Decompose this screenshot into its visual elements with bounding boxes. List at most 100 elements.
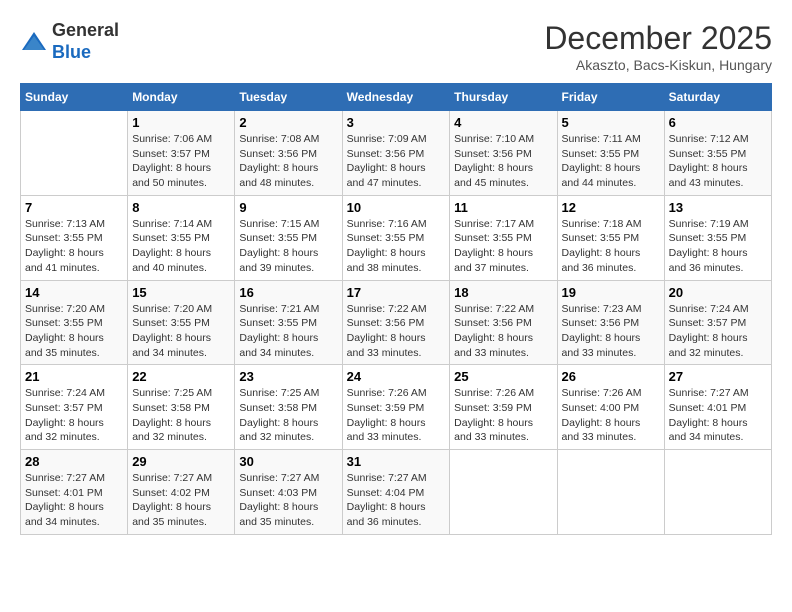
day-info: Sunrise: 7:27 AM Sunset: 4:01 PM Dayligh…	[25, 471, 123, 530]
day-info: Sunrise: 7:26 AM Sunset: 3:59 PM Dayligh…	[454, 386, 552, 445]
calendar-cell: 16 Sunrise: 7:21 AM Sunset: 3:55 PM Dayli…	[235, 280, 342, 365]
calendar-cell	[21, 111, 128, 196]
day-info: Sunrise: 7:20 AM Sunset: 3:55 PM Dayligh…	[25, 302, 123, 361]
day-number: 14	[25, 285, 123, 300]
day-info: Sunrise: 7:23 AM Sunset: 3:56 PM Dayligh…	[562, 302, 660, 361]
calendar-cell: 15 Sunrise: 7:20 AM Sunset: 3:55 PM Dayli…	[128, 280, 235, 365]
day-info: Sunrise: 7:09 AM Sunset: 3:56 PM Dayligh…	[347, 132, 446, 191]
day-info: Sunrise: 7:15 AM Sunset: 3:55 PM Dayligh…	[239, 217, 337, 276]
location-text: Akaszto, Bacs-Kiskun, Hungary	[544, 57, 772, 73]
day-number: 17	[347, 285, 446, 300]
day-number: 26	[562, 369, 660, 384]
calendar-cell: 4Sunrise: 7:10 AM Sunset: 3:56 PM Daylig…	[450, 111, 557, 196]
calendar-cell: 7 Sunrise: 7:13 AM Sunset: 3:55 PM Daylig…	[21, 195, 128, 280]
calendar-cell	[557, 450, 664, 535]
day-number: 11	[454, 200, 552, 215]
calendar-header-row: SundayMondayTuesdayWednesdayThursdayFrid…	[21, 84, 772, 111]
day-number: 28	[25, 454, 123, 469]
day-number: 10	[347, 200, 446, 215]
calendar-cell: 8 Sunrise: 7:14 AM Sunset: 3:55 PM Daylig…	[128, 195, 235, 280]
day-info: Sunrise: 7:06 AM Sunset: 3:57 PM Dayligh…	[132, 132, 230, 191]
title-section: December 2025 Akaszto, Bacs-Kiskun, Hung…	[544, 20, 772, 73]
day-number: 1	[132, 115, 230, 130]
calendar-cell: 22 Sunrise: 7:25 AM Sunset: 3:58 PM Dayli…	[128, 365, 235, 450]
calendar-cell: 31 Sunrise: 7:27 AM Sunset: 4:04 PM Dayli…	[342, 450, 450, 535]
logo-icon	[20, 28, 48, 56]
day-number: 2	[239, 115, 337, 130]
calendar-cell: 6 Sunrise: 7:12 AM Sunset: 3:55 PM Daylig…	[664, 111, 771, 196]
day-header-monday: Monday	[128, 84, 235, 111]
day-info: Sunrise: 7:20 AM Sunset: 3:55 PM Dayligh…	[132, 302, 230, 361]
calendar-cell: 21 Sunrise: 7:24 AM Sunset: 3:57 PM Dayli…	[21, 365, 128, 450]
page-header: General Blue December 2025 Akaszto, Bacs…	[20, 20, 772, 73]
day-info: Sunrise: 7:19 AM Sunset: 3:55 PM Dayligh…	[669, 217, 767, 276]
day-number: 23	[239, 369, 337, 384]
day-number: 21	[25, 369, 123, 384]
day-header-tuesday: Tuesday	[235, 84, 342, 111]
month-title: December 2025	[544, 20, 772, 57]
calendar-cell: 1 Sunrise: 7:06 AM Sunset: 3:57 PM Daylig…	[128, 111, 235, 196]
day-info: Sunrise: 7:24 AM Sunset: 3:57 PM Dayligh…	[25, 386, 123, 445]
calendar-cell: 13 Sunrise: 7:19 AM Sunset: 3:55 PM Dayli…	[664, 195, 771, 280]
logo-blue-text: Blue	[52, 42, 91, 62]
calendar-cell: 10 Sunrise: 7:16 AM Sunset: 3:55 PM Dayli…	[342, 195, 450, 280]
logo-general-text: General	[52, 20, 119, 40]
calendar-cell: 29 Sunrise: 7:27 AM Sunset: 4:02 PM Dayli…	[128, 450, 235, 535]
day-header-wednesday: Wednesday	[342, 84, 450, 111]
day-number: 5	[562, 115, 660, 130]
day-info: Sunrise: 7:22 AM Sunset: 3:56 PM Dayligh…	[347, 302, 446, 361]
day-number: 15	[132, 285, 230, 300]
calendar-cell: 30Sunrise: 7:27 AM Sunset: 4:03 PM Dayli…	[235, 450, 342, 535]
day-info: Sunrise: 7:11 AM Sunset: 3:55 PM Dayligh…	[562, 132, 660, 191]
week-row-4: 21 Sunrise: 7:24 AM Sunset: 3:57 PM Dayli…	[21, 365, 772, 450]
day-number: 7	[25, 200, 123, 215]
day-number: 9	[239, 200, 337, 215]
day-info: Sunrise: 7:12 AM Sunset: 3:55 PM Dayligh…	[669, 132, 767, 191]
day-header-sunday: Sunday	[21, 84, 128, 111]
day-header-friday: Friday	[557, 84, 664, 111]
calendar-cell: 17 Sunrise: 7:22 AM Sunset: 3:56 PM Dayli…	[342, 280, 450, 365]
day-header-thursday: Thursday	[450, 84, 557, 111]
day-number: 31	[347, 454, 446, 469]
day-number: 16	[239, 285, 337, 300]
calendar-cell: 27Sunrise: 7:27 AM Sunset: 4:01 PM Dayli…	[664, 365, 771, 450]
day-number: 29	[132, 454, 230, 469]
calendar-cell: 24Sunrise: 7:26 AM Sunset: 3:59 PM Dayli…	[342, 365, 450, 450]
day-header-saturday: Saturday	[664, 84, 771, 111]
calendar-body: 1 Sunrise: 7:06 AM Sunset: 3:57 PM Daylig…	[21, 111, 772, 535]
calendar-cell: 5 Sunrise: 7:11 AM Sunset: 3:55 PM Daylig…	[557, 111, 664, 196]
day-number: 3	[347, 115, 446, 130]
day-info: Sunrise: 7:24 AM Sunset: 3:57 PM Dayligh…	[669, 302, 767, 361]
day-number: 25	[454, 369, 552, 384]
calendar-cell: 3 Sunrise: 7:09 AM Sunset: 3:56 PM Daylig…	[342, 111, 450, 196]
day-info: Sunrise: 7:16 AM Sunset: 3:55 PM Dayligh…	[347, 217, 446, 276]
calendar-cell: 23 Sunrise: 7:25 AM Sunset: 3:58 PM Dayli…	[235, 365, 342, 450]
day-info: Sunrise: 7:08 AM Sunset: 3:56 PM Dayligh…	[239, 132, 337, 191]
calendar-cell: 12 Sunrise: 7:18 AM Sunset: 3:55 PM Dayli…	[557, 195, 664, 280]
day-info: Sunrise: 7:10 AM Sunset: 3:56 PM Dayligh…	[454, 132, 552, 191]
day-info: Sunrise: 7:27 AM Sunset: 4:02 PM Dayligh…	[132, 471, 230, 530]
day-info: Sunrise: 7:27 AM Sunset: 4:04 PM Dayligh…	[347, 471, 446, 530]
calendar-cell: 19Sunrise: 7:23 AM Sunset: 3:56 PM Dayli…	[557, 280, 664, 365]
day-number: 8	[132, 200, 230, 215]
day-info: Sunrise: 7:14 AM Sunset: 3:55 PM Dayligh…	[132, 217, 230, 276]
week-row-1: 1 Sunrise: 7:06 AM Sunset: 3:57 PM Daylig…	[21, 111, 772, 196]
day-info: Sunrise: 7:27 AM Sunset: 4:03 PM Dayligh…	[239, 471, 337, 530]
week-row-3: 14 Sunrise: 7:20 AM Sunset: 3:55 PM Dayli…	[21, 280, 772, 365]
day-info: Sunrise: 7:18 AM Sunset: 3:55 PM Dayligh…	[562, 217, 660, 276]
day-number: 20	[669, 285, 767, 300]
day-info: Sunrise: 7:13 AM Sunset: 3:55 PM Dayligh…	[25, 217, 123, 276]
calendar-cell: 18Sunrise: 7:22 AM Sunset: 3:56 PM Dayli…	[450, 280, 557, 365]
calendar-cell: 9 Sunrise: 7:15 AM Sunset: 3:55 PM Daylig…	[235, 195, 342, 280]
day-number: 6	[669, 115, 767, 130]
day-info: Sunrise: 7:25 AM Sunset: 3:58 PM Dayligh…	[132, 386, 230, 445]
calendar-cell	[664, 450, 771, 535]
day-number: 12	[562, 200, 660, 215]
day-number: 13	[669, 200, 767, 215]
week-row-2: 7 Sunrise: 7:13 AM Sunset: 3:55 PM Daylig…	[21, 195, 772, 280]
logo: General Blue	[20, 20, 119, 63]
day-info: Sunrise: 7:21 AM Sunset: 3:55 PM Dayligh…	[239, 302, 337, 361]
day-number: 22	[132, 369, 230, 384]
day-number: 24	[347, 369, 446, 384]
day-info: Sunrise: 7:25 AM Sunset: 3:58 PM Dayligh…	[239, 386, 337, 445]
